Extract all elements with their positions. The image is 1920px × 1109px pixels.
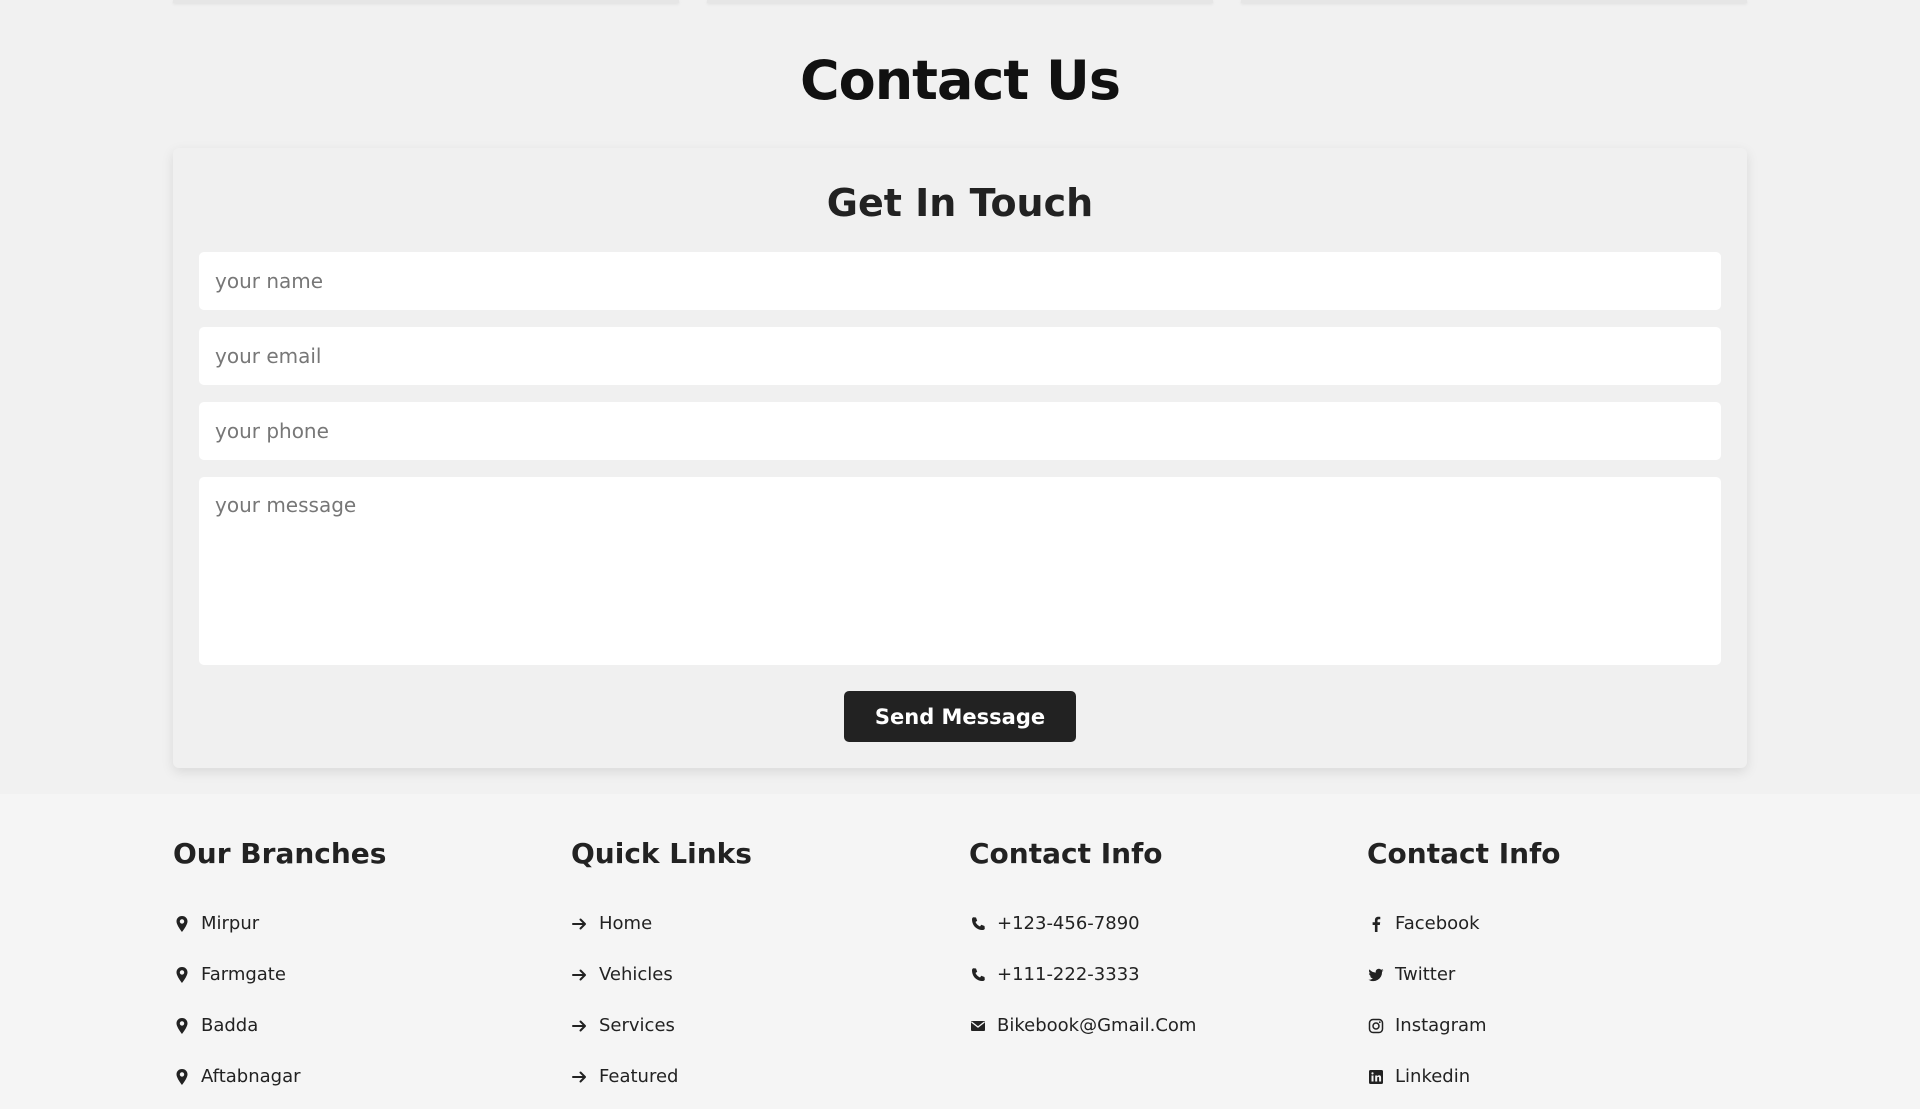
quick-link-label: Home bbox=[599, 913, 653, 934]
footer-social: Contact Info Facebook Twitter Instagram … bbox=[1367, 834, 1747, 1102]
contact-section: Contact Us Get In Touch Send Message bbox=[0, 0, 1920, 794]
social-label: Facebook bbox=[1395, 913, 1480, 934]
social-label: Linkedin bbox=[1395, 1066, 1471, 1087]
email-input[interactable] bbox=[199, 327, 1721, 385]
quick-link-services[interactable]: Services bbox=[571, 1000, 951, 1051]
map-marker-icon bbox=[173, 915, 191, 933]
arrow-right-icon bbox=[571, 1017, 589, 1035]
message-textarea[interactable] bbox=[199, 477, 1721, 665]
phone-icon bbox=[969, 966, 987, 984]
contact-phone-text: +111-222-3333 bbox=[997, 964, 1140, 985]
name-input[interactable] bbox=[199, 252, 1721, 310]
branch-item[interactable]: Aftabnagar bbox=[173, 1051, 553, 1102]
footer-contact-info: Contact Info +123-456-7890 +111-222-3333… bbox=[969, 834, 1349, 1051]
branch-item[interactable]: Badda bbox=[173, 1000, 553, 1051]
title-word-2: Us bbox=[1046, 49, 1121, 112]
branch-label: Badda bbox=[201, 1015, 259, 1036]
social-label: Instagram bbox=[1395, 1015, 1487, 1036]
phone-icon bbox=[969, 915, 987, 933]
quick-link-label: Featured bbox=[599, 1066, 679, 1087]
branch-item[interactable]: Mirpur bbox=[173, 898, 553, 949]
quick-links-heading: Quick Links bbox=[571, 837, 752, 870]
branch-label: Farmgate bbox=[201, 964, 286, 985]
social-facebook[interactable]: Facebook bbox=[1367, 898, 1747, 949]
quick-link-vehicles[interactable]: Vehicles bbox=[571, 949, 951, 1000]
facebook-icon bbox=[1367, 915, 1385, 933]
social-linkedin[interactable]: Linkedin bbox=[1367, 1051, 1747, 1102]
envelope-icon bbox=[969, 1017, 987, 1035]
quick-link-featured[interactable]: Featured bbox=[571, 1051, 951, 1102]
branch-label: Mirpur bbox=[201, 913, 260, 934]
arrow-right-icon bbox=[571, 1068, 589, 1086]
linkedin-icon bbox=[1367, 1068, 1385, 1086]
map-marker-icon bbox=[173, 966, 191, 984]
contact-email-text: Bikebook@Gmail.Com bbox=[997, 1015, 1197, 1036]
contact-form: Get In Touch Send Message bbox=[173, 148, 1747, 768]
quick-link-label: Services bbox=[599, 1015, 675, 1036]
title-word-1: Contact bbox=[799, 49, 1029, 112]
contact-info-heading: Contact Info bbox=[969, 837, 1163, 870]
contact-phone-text: +123-456-7890 bbox=[997, 913, 1140, 934]
contact-phone-2[interactable]: +111-222-3333 bbox=[969, 949, 1349, 1000]
map-marker-icon bbox=[173, 1017, 191, 1035]
form-title: Get In Touch bbox=[826, 181, 1094, 225]
social-heading: Contact Info bbox=[1367, 837, 1561, 870]
top-card-edges bbox=[173, 0, 1747, 4]
title-highlight: Contact bbox=[799, 46, 1029, 116]
quick-link-home[interactable]: Home bbox=[571, 898, 951, 949]
social-twitter[interactable]: Twitter bbox=[1367, 949, 1747, 1000]
social-label: Twitter bbox=[1395, 964, 1456, 985]
contact-phone-1[interactable]: +123-456-7890 bbox=[969, 898, 1349, 949]
branch-label: Aftabnagar bbox=[201, 1066, 301, 1087]
phone-input[interactable] bbox=[199, 402, 1721, 460]
branches-heading: Our Branches bbox=[173, 837, 387, 870]
send-message-button[interactable]: Send Message bbox=[844, 691, 1076, 742]
arrow-right-icon bbox=[571, 915, 589, 933]
map-marker-icon bbox=[173, 1068, 191, 1086]
footer: Our Branches Mirpur Farmgate Badda Aftab… bbox=[0, 794, 1920, 1109]
instagram-icon bbox=[1367, 1017, 1385, 1035]
page-title: Contact Us bbox=[0, 46, 1920, 116]
twitter-icon bbox=[1367, 966, 1385, 984]
contact-email[interactable]: Bikebook@Gmail.Com bbox=[969, 1000, 1349, 1051]
footer-branches: Our Branches Mirpur Farmgate Badda Aftab… bbox=[173, 834, 553, 1102]
branch-item[interactable]: Farmgate bbox=[173, 949, 553, 1000]
footer-quick-links: Quick Links Home Vehicles Services Featu… bbox=[571, 834, 951, 1102]
quick-link-label: Vehicles bbox=[599, 964, 673, 985]
social-instagram[interactable]: Instagram bbox=[1367, 1000, 1747, 1051]
arrow-right-icon bbox=[571, 966, 589, 984]
